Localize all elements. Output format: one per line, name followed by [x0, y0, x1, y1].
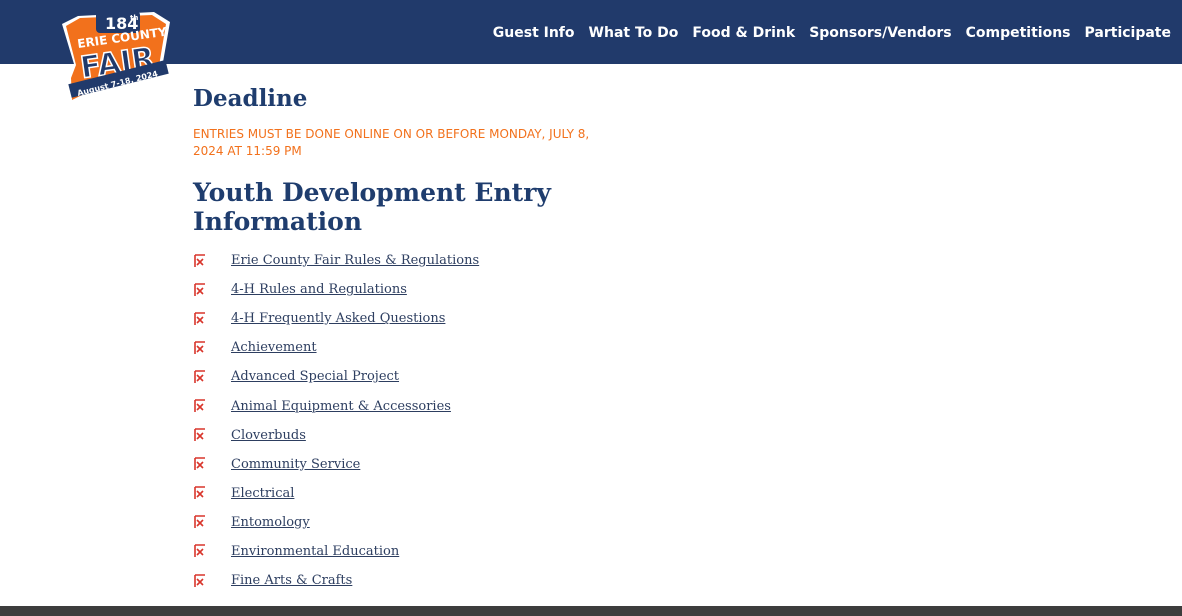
- pdf-icon: [194, 428, 205, 442]
- list-item: Achievement: [193, 333, 713, 362]
- pdf-icon: [194, 486, 205, 500]
- main-nav: Guest Info What To Do Food & Drink Spons…: [486, 22, 1178, 44]
- document-list: Erie County Fair Rules & Regulations 4-H…: [193, 246, 713, 595]
- pdf-icon: [194, 341, 205, 354]
- section-heading: Youth Development Entry Information: [193, 178, 551, 236]
- list-item: Electrical: [193, 479, 713, 508]
- nav-competitions[interactable]: Competitions: [959, 25, 1078, 41]
- doc-link[interactable]: Achievement: [231, 340, 317, 355]
- doc-link[interactable]: Community Service: [231, 457, 360, 472]
- list-item: Erie County Fair Rules & Regulations: [193, 246, 713, 275]
- pdf-icon: [194, 544, 205, 558]
- list-item: Environmental Education: [193, 537, 713, 566]
- nav-what-to-do[interactable]: What To Do: [582, 25, 686, 41]
- pdf-icon: [194, 253, 205, 267]
- pdf-icon: [194, 515, 205, 529]
- list-item: Entomology: [193, 508, 713, 537]
- doc-link[interactable]: 4-H Frequently Asked Questions: [231, 311, 445, 326]
- list-item: 4-H Rules and Regulations: [193, 275, 713, 304]
- pdf-icon: [194, 457, 205, 471]
- doc-link[interactable]: Environmental Education: [231, 544, 399, 559]
- doc-link[interactable]: Animal Equipment & Accessories: [231, 399, 451, 414]
- nav-food-drink[interactable]: Food & Drink: [685, 25, 802, 41]
- doc-link[interactable]: Advanced Special Project: [231, 369, 399, 384]
- pdf-icon: [194, 370, 205, 383]
- list-item: Animal Equipment & Accessories: [193, 391, 713, 420]
- doc-link[interactable]: Electrical: [231, 486, 294, 501]
- nav-sponsors-vendors[interactable]: Sponsors/Vendors: [802, 25, 958, 41]
- list-item: 4-H Frequently Asked Questions: [193, 304, 713, 333]
- pdf-icon: [194, 399, 205, 413]
- site-header: Guest Info What To Do Food & Drink Spons…: [0, 0, 1182, 64]
- list-item: Advanced Special Project: [193, 362, 713, 391]
- doc-link[interactable]: Fine Arts & Crafts: [231, 573, 352, 588]
- logo-suffix: th: [130, 14, 138, 22]
- nav-guest-info[interactable]: Guest Info: [486, 25, 582, 41]
- main-content: Deadline ENTRIES MUST BE DONE ONLINE ON …: [193, 84, 713, 595]
- pdf-icon: [194, 573, 205, 587]
- doc-link[interactable]: Entomology: [231, 515, 310, 530]
- list-item: Community Service: [193, 450, 713, 479]
- list-item: Fine Arts & Crafts: [193, 566, 713, 595]
- doc-link[interactable]: Erie County Fair Rules & Regulations: [231, 253, 479, 268]
- pdf-icon: [194, 282, 205, 296]
- doc-link[interactable]: 4-H Rules and Regulations: [231, 282, 407, 297]
- pdf-icon: [194, 311, 205, 325]
- footer-bar: [0, 606, 1182, 616]
- list-item: Cloverbuds: [193, 421, 713, 450]
- nav-participate[interactable]: Participate: [1078, 25, 1178, 41]
- fair-logo[interactable]: 184 th ERIE COUNTY FAIR August 7-18, 202…: [58, 8, 174, 108]
- doc-link[interactable]: Cloverbuds: [231, 428, 306, 443]
- deadline-heading: Deadline: [193, 85, 308, 112]
- deadline-text: ENTRIES MUST BE DONE ONLINE ON OR BEFORE…: [193, 127, 590, 158]
